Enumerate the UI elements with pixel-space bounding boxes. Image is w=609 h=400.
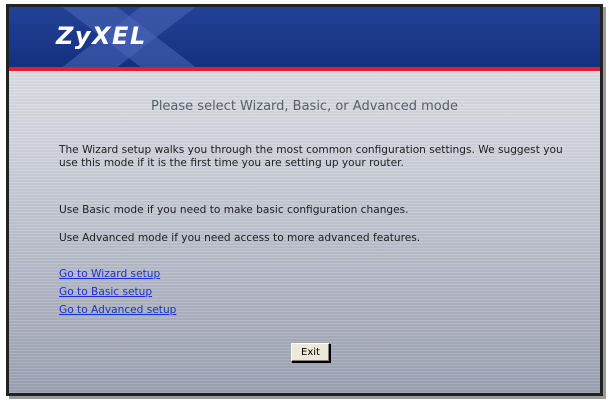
exit-button[interactable]: Exit bbox=[291, 343, 330, 362]
page-title: Please select Wizard, Basic, or Advanced… bbox=[150, 99, 458, 114]
header-accent-line bbox=[9, 67, 600, 71]
advanced-description: Use Advanced mode if you need access to … bbox=[59, 232, 421, 244]
basic-setup-link[interactable]: Go to Basic setup bbox=[59, 286, 152, 298]
advanced-setup-link[interactable]: Go to Advanced setup bbox=[59, 304, 176, 316]
browser-window: ZyXEL Please select Wizard, Basic, or Ad… bbox=[6, 4, 603, 396]
wizard-setup-link[interactable]: Go to Wizard setup bbox=[59, 268, 160, 280]
wizard-description: The Wizard setup walks you through the m… bbox=[59, 144, 563, 169]
header-banner: ZyXEL bbox=[9, 7, 600, 67]
basic-description: Use Basic mode if you need to make basic… bbox=[59, 204, 409, 216]
zyxel-logo: ZyXEL bbox=[56, 22, 147, 50]
